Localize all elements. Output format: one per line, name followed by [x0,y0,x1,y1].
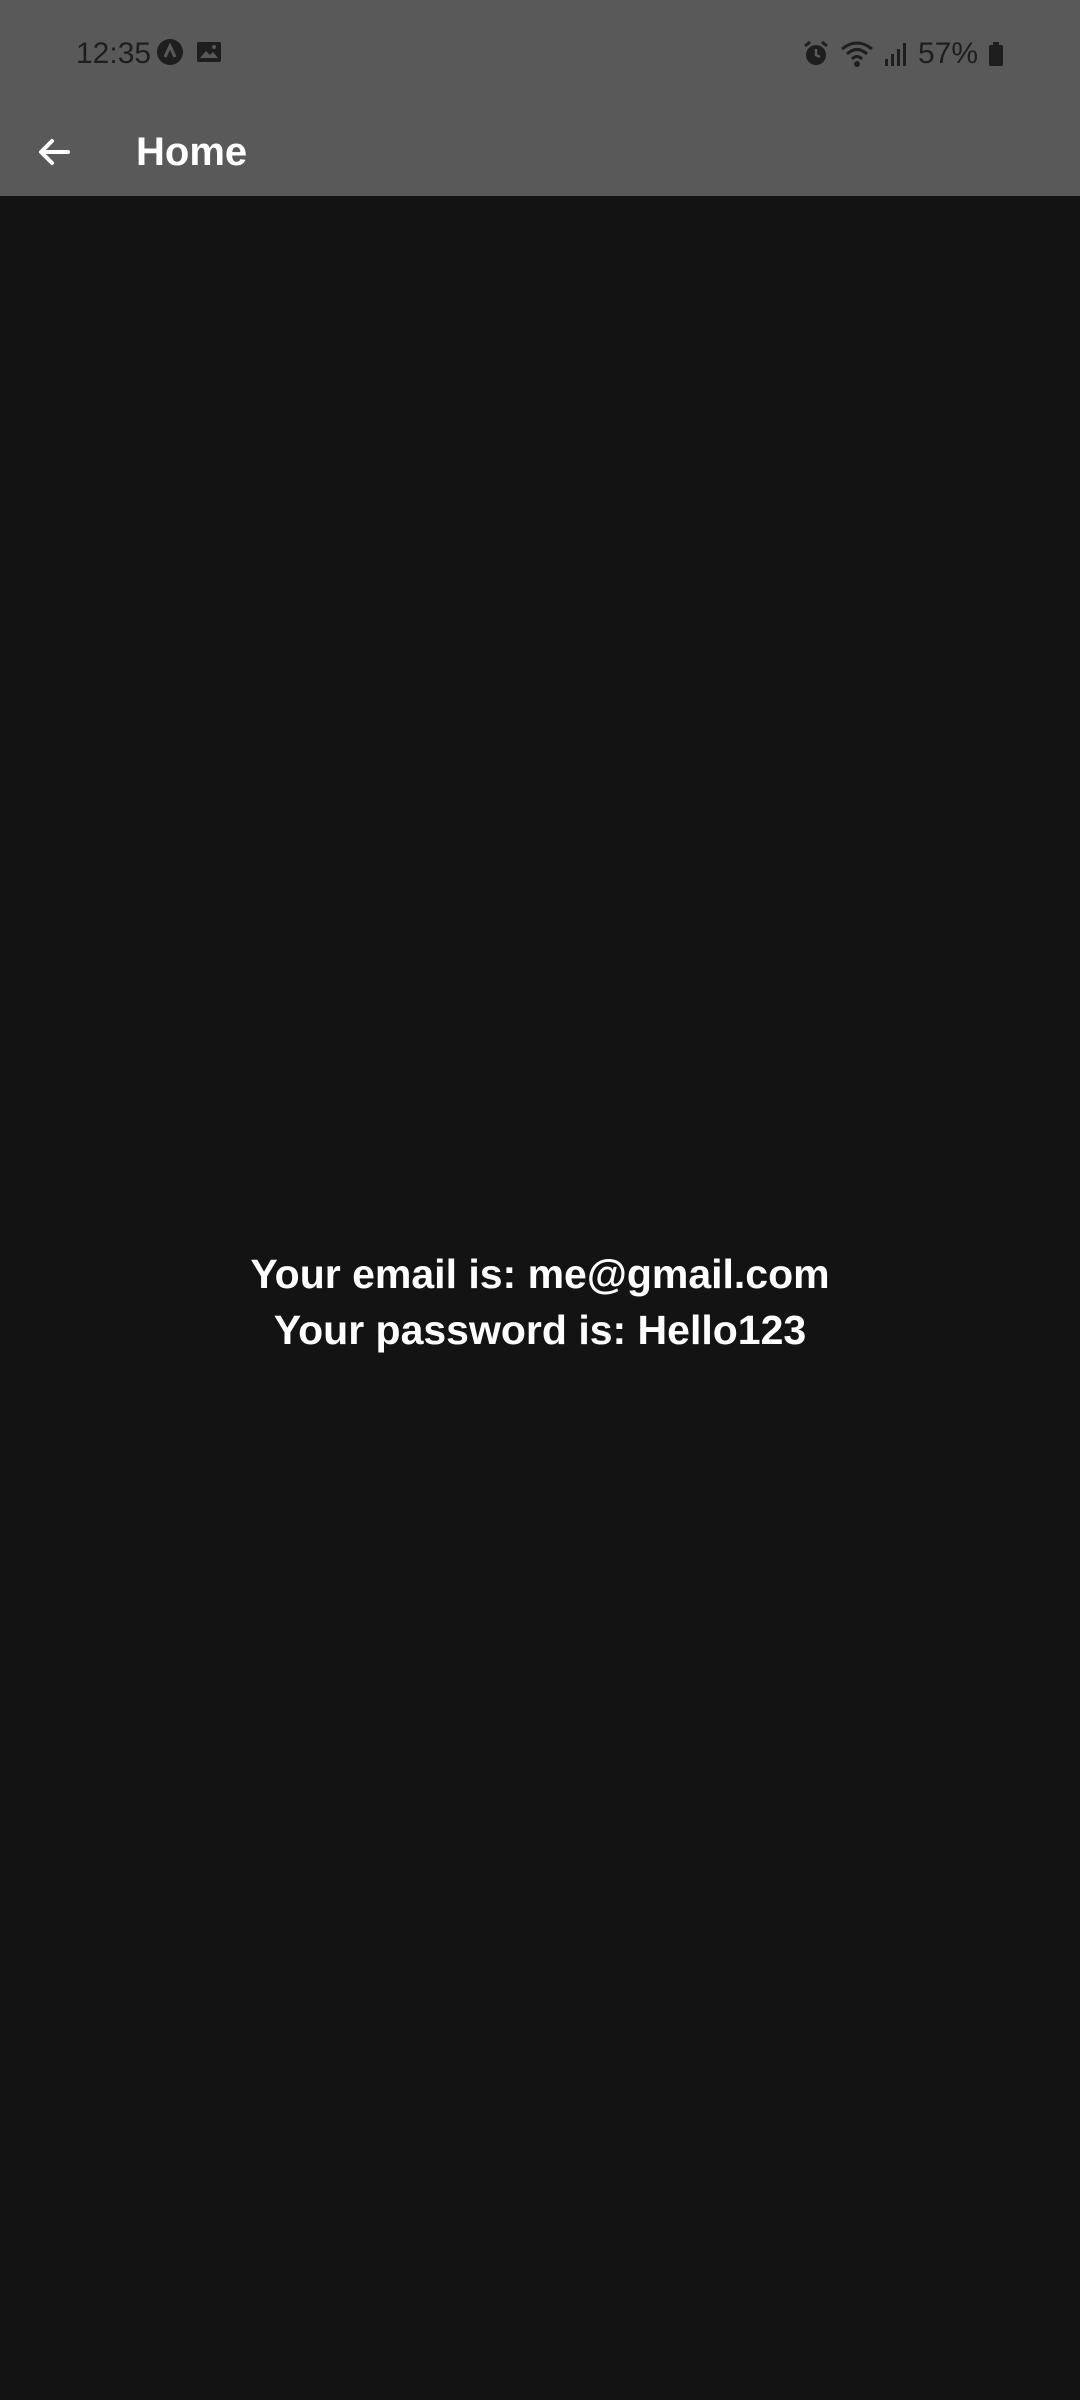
email-line: Your email is: me@gmail.com [250,1251,830,1297]
status-time: 12:35 [76,37,152,70]
alarm-icon [802,40,830,68]
page-title: Home [136,130,248,174]
status-bar: 12:35 57% [0,0,1080,108]
signal-icon [884,41,908,67]
back-button[interactable] [24,122,84,182]
arrow-back-icon [36,134,72,170]
status-left-icons [156,38,222,66]
app-notification-icon [156,38,184,66]
wifi-icon [840,40,874,68]
image-icon [196,40,222,64]
app-bar: Home [0,108,1080,196]
status-right: 57% [802,36,1004,72]
password-line: Your password is: Hello123 [273,1307,807,1353]
battery-icon [988,41,1004,67]
battery-percent: 57% [917,37,978,70]
screen: 12:35 57% Home Your email is: me@gmail.c… [0,0,1080,2400]
credentials-text: Your email is: me@gmail.com Your passwor… [0,1246,1080,1358]
